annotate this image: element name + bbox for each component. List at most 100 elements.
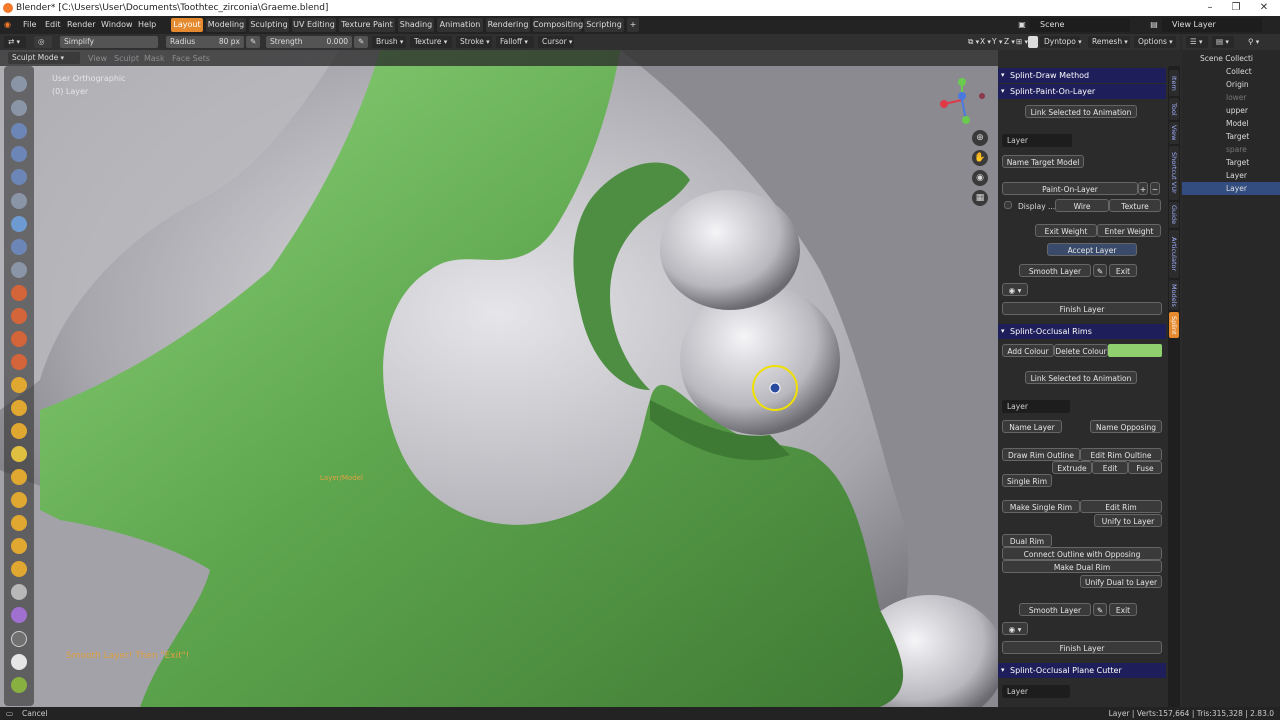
exit-button[interactable]: Exit [1109, 264, 1137, 277]
options-dropdown[interactable]: Options [1134, 36, 1176, 48]
flatten-brush-icon[interactable] [11, 308, 27, 324]
search-icon[interactable]: ⚲ [1244, 36, 1260, 48]
menu-render[interactable]: Render [67, 18, 95, 32]
outliner-editor-icon[interactable]: ☰ [1186, 36, 1208, 48]
brush-icon[interactable]: ◎ [34, 36, 52, 48]
menu-edit[interactable]: Edit [45, 18, 61, 32]
texture-dropdown[interactable]: Texture [410, 36, 452, 48]
menu-view[interactable]: View [88, 52, 107, 66]
tab-rendering[interactable]: Rendering [486, 18, 530, 32]
blender-menu-icon[interactable]: ◉ [4, 18, 14, 32]
crease-brush-icon[interactable] [11, 262, 27, 278]
edit-button[interactable]: Edit [1092, 461, 1128, 474]
remove-layer-button[interactable]: − [1150, 182, 1160, 195]
axis-x-toggle[interactable]: X [976, 36, 986, 48]
brush-name-field[interactable]: Simplify [60, 36, 158, 48]
dyntopo-dropdown[interactable]: Dyntopo [1040, 36, 1080, 48]
grab-brush-icon[interactable] [11, 400, 27, 416]
name-target-model-button[interactable]: Name Target Model [1002, 155, 1084, 168]
unify-to-layer-button[interactable]: Unify to Layer [1094, 514, 1162, 527]
grid-view-icon[interactable]: ▦ [972, 190, 988, 206]
rims-eyedropper-icon[interactable]: ✎ [1093, 603, 1107, 616]
brush-dropdown[interactable]: Brush [372, 36, 406, 48]
colour-swatch[interactable] [1108, 344, 1162, 357]
tab-layout[interactable]: Layout [171, 18, 203, 32]
menu-file[interactable]: File [23, 18, 36, 32]
draw-brush-icon[interactable] [11, 76, 27, 92]
name-layer-button[interactable]: Name Layer [1002, 420, 1062, 433]
tab-splint[interactable]: Splint [1169, 312, 1179, 338]
connect-outline-button[interactable]: Connect Outline with Opposing [1002, 547, 1162, 560]
remesh-dropdown[interactable]: Remesh [1088, 36, 1130, 48]
falloff-dropdown[interactable]: Falloff [496, 36, 534, 48]
slide-relax-icon[interactable] [11, 561, 27, 577]
camera-icon[interactable]: ◉ [972, 170, 988, 186]
tab-scripting[interactable]: Scripting [584, 18, 624, 32]
minimize-button[interactable]: – [1196, 0, 1224, 16]
outliner-row[interactable]: Target [1182, 130, 1280, 143]
cursor-dropdown[interactable]: Cursor [538, 36, 574, 48]
axis-z-toggle[interactable]: Z [1000, 36, 1010, 48]
extrude-button[interactable]: Extrude [1052, 461, 1092, 474]
tab-tool[interactable]: Tool [1169, 98, 1179, 120]
eyedropper-icon[interactable]: ✎ [1093, 264, 1107, 277]
tab-modeling[interactable]: Modeling [206, 18, 246, 32]
tab-view[interactable]: View [1169, 122, 1179, 144]
make-single-rim-button[interactable]: Make Single Rim [1002, 500, 1080, 513]
pinch-brush-icon[interactable] [11, 377, 27, 393]
clay-brush-icon[interactable] [11, 123, 27, 139]
thumb-brush-icon[interactable] [11, 469, 27, 485]
smooth-brush-icon[interactable] [11, 285, 27, 301]
tab-guide[interactable]: Guide [1169, 202, 1179, 228]
dyntopo-checkbox[interactable] [1028, 36, 1038, 48]
mesh-filter-icon[interactable] [11, 677, 27, 693]
link-selected-rims-button[interactable]: Link Selected to Animation [1025, 371, 1137, 384]
clay-strips-brush-icon[interactable] [11, 146, 27, 162]
enter-weight-button[interactable]: Enter Weight [1097, 224, 1161, 237]
layer-field[interactable]: Layer [1002, 134, 1072, 147]
menu-face-sets[interactable]: Face Sets [172, 52, 210, 66]
menu-sculpt[interactable]: Sculpt [114, 52, 139, 66]
wire-button[interactable]: Wire [1055, 199, 1109, 212]
menu-help[interactable]: Help [138, 18, 156, 32]
tab-shading[interactable]: Shading [398, 18, 434, 32]
mask-brush-icon[interactable] [11, 584, 27, 600]
add-workspace-button[interactable]: + [627, 18, 639, 32]
panel-draw-method[interactable]: Splint-Draw Method [998, 68, 1166, 83]
mode-selector[interactable]: Sculpt Mode [8, 52, 80, 64]
single-rim-button[interactable]: Single Rim [1002, 474, 1052, 487]
outliner-row[interactable]: upper [1182, 104, 1280, 117]
menu-mask[interactable]: Mask [144, 52, 165, 66]
tab-models[interactable]: Models [1169, 280, 1179, 310]
rims-smooth-layer-button[interactable]: Smooth Layer [1019, 603, 1091, 616]
blob-brush-icon[interactable] [11, 239, 27, 255]
outliner-row-scene[interactable]: Scene Collecti [1182, 52, 1280, 65]
panel-occlusal-rims[interactable]: Splint-Occlusal Rims [998, 324, 1166, 339]
simplify-brush-icon[interactable] [11, 631, 27, 647]
snake-hook-icon[interactable] [11, 446, 27, 462]
delete-colour-button[interactable]: Delete Colour [1054, 344, 1108, 357]
panel-plane-cutter[interactable]: Splint-Occlusal Plane Cutter [998, 663, 1166, 678]
finish-layer-button[interactable]: Finish Layer [1002, 302, 1162, 315]
name-opposing-button[interactable]: Name Opposing [1090, 420, 1162, 433]
outliner-row[interactable]: Collect [1182, 65, 1280, 78]
draw-rim-outline-button[interactable]: Draw Rim Outline [1002, 448, 1080, 461]
lock-icon[interactable]: ⊞ [1012, 36, 1026, 48]
edit-rim-button[interactable]: Edit Rim [1080, 500, 1162, 513]
dual-rim-button[interactable]: Dual Rim [1002, 534, 1052, 547]
rims-layer-field[interactable]: Layer [1002, 400, 1070, 413]
accept-layer-button[interactable]: Accept Layer [1047, 243, 1137, 256]
paint-on-layer-button[interactable]: Paint-On-Layer [1002, 182, 1138, 195]
outliner-row[interactable]: Layer [1182, 169, 1280, 182]
outliner-row[interactable]: Model [1182, 117, 1280, 130]
tab-articulator[interactable]: Articulator [1169, 230, 1179, 278]
sculpt-mesh-render[interactable] [0, 50, 998, 707]
rims-visibility-icon[interactable]: ◉ ▾ [1002, 622, 1028, 635]
view-layer-icon[interactable]: ▤ [1148, 18, 1160, 32]
maximize-button[interactable]: ❐ [1222, 0, 1250, 16]
rims-finish-layer-button[interactable]: Finish Layer [1002, 641, 1162, 654]
clay-thumb-brush-icon[interactable] [11, 169, 27, 185]
tab-uv-editing[interactable]: UV Editing [292, 18, 336, 32]
tab-shortcut-vur[interactable]: Shortcut VUr [1169, 146, 1179, 200]
close-button[interactable]: ✕ [1250, 0, 1278, 16]
